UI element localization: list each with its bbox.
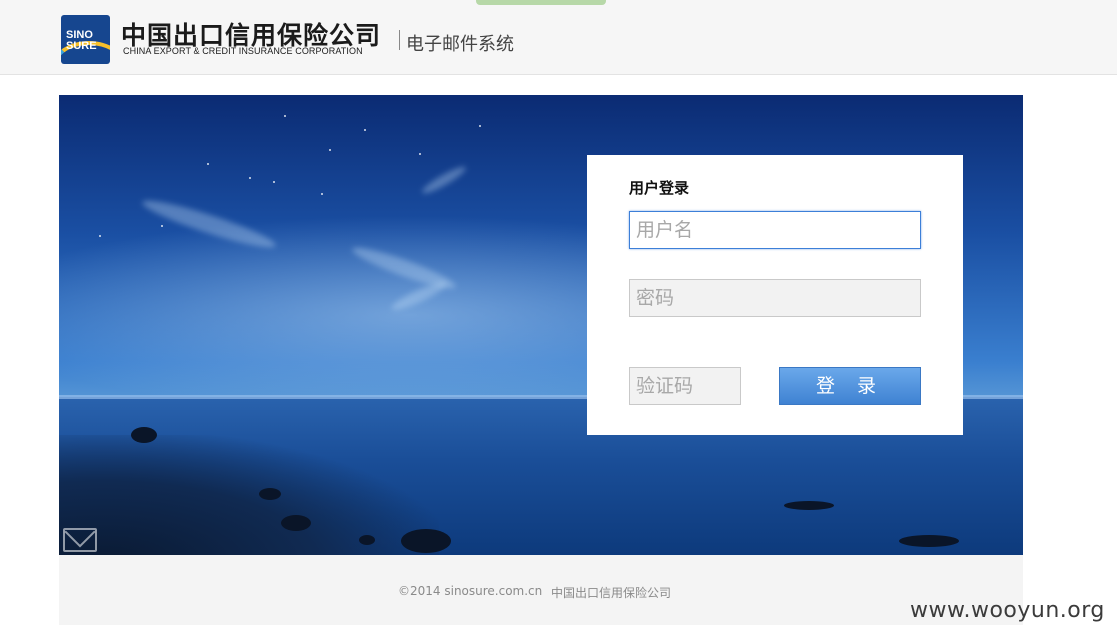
company-name-en: CHINA EXPORT & CREDIT INSURANCE CORPORAT… (123, 46, 363, 56)
star (479, 125, 481, 127)
username-input[interactable] (629, 211, 921, 249)
system-name: 电子邮件系统 (406, 34, 514, 55)
top-header: SINO SURE 中国出口信用保险公司 CHINA EXPORT & CRED… (0, 0, 1117, 75)
password-input[interactable] (629, 279, 921, 317)
top-tab-indicator (476, 0, 606, 5)
star (207, 163, 209, 165)
star (364, 129, 366, 131)
star (99, 235, 101, 237)
star (273, 181, 275, 183)
sinosure-logo: SINO SURE (61, 15, 110, 64)
login-title: 用户登录 (629, 179, 690, 197)
rock (131, 427, 157, 443)
rock (259, 488, 281, 500)
mail-icon (63, 528, 97, 552)
footer-company-name: 中国出口信用保险公司 (551, 586, 672, 600)
rock (401, 529, 451, 553)
rock (899, 535, 959, 547)
rock (281, 515, 311, 531)
star (161, 225, 163, 227)
logo-badge-text-2: SURE (66, 40, 97, 52)
login-button[interactable]: 登 录 (779, 367, 921, 405)
rocky-shore (59, 435, 439, 555)
star (284, 115, 286, 117)
star (321, 193, 323, 195)
star (419, 153, 421, 155)
rock (359, 535, 375, 545)
star (329, 149, 331, 151)
copyright-text: ©2014 sinosure.com.cn (398, 584, 543, 598)
rock (784, 501, 834, 510)
watermark-text: www.wooyun.org (910, 598, 1105, 623)
login-panel: 用户登录 登 录 (587, 155, 963, 435)
cloud (419, 163, 469, 197)
header-divider (399, 30, 400, 50)
footer: ©2014 sinosure.com.cn 中国出口信用保险公司 (59, 555, 1023, 625)
star (249, 177, 251, 179)
captcha-input[interactable] (629, 367, 741, 405)
